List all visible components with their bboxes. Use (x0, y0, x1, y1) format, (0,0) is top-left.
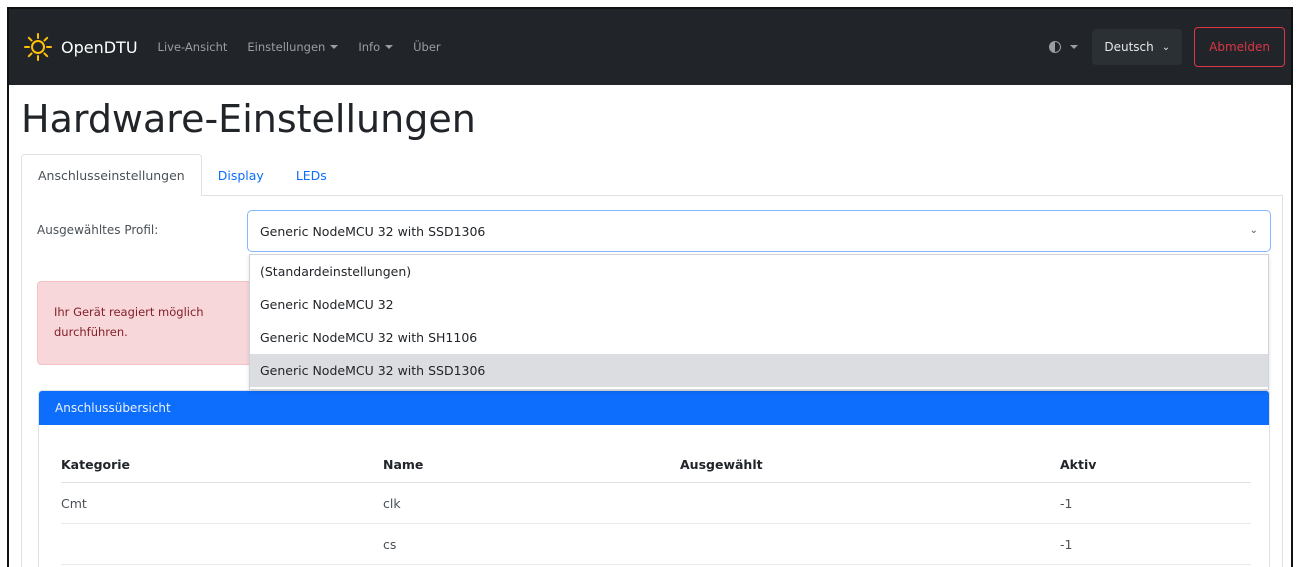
pin-overview-card: Anschlussübersicht Kategorie Name Ausgew… (38, 390, 1270, 567)
profile-dropdown-list: (Standardeinstellungen) Generic NodeMCU … (249, 254, 1269, 390)
profile-option-nodemcu32[interactable]: Generic NodeMCU 32 (250, 288, 1268, 321)
navbar: OpenDTU Live-Ansicht Einstellungen Info … (9, 9, 1291, 85)
nav-info-label: Info (358, 40, 381, 54)
cell-name: cs (383, 536, 397, 552)
table-header: Kategorie Name Ausgewählt Aktiv (61, 446, 1251, 483)
theme-toggle[interactable] (1049, 41, 1079, 53)
pin-table: Kategorie Name Ausgewählt Aktiv Cmt clk … (61, 446, 1251, 565)
tab-bar: Anschlusseinstellungen Display LEDs (21, 154, 343, 196)
warning-alert: Ihr Gerät reagiert möglich durchführen. (37, 281, 257, 365)
col-header-active: Aktiv (1060, 456, 1097, 472)
nav-about[interactable]: Über (413, 40, 441, 54)
language-select[interactable]: Deutsch ⌄ (1092, 29, 1183, 65)
chevron-down-icon: ⌄ (1161, 41, 1171, 53)
card-header: Anschlussübersicht (39, 391, 1269, 425)
brand[interactable]: OpenDTU (23, 32, 138, 62)
cell-name: clk (383, 495, 401, 511)
nav-about-label: Über (413, 40, 441, 54)
col-header-selected: Ausgewählt (680, 456, 763, 472)
browser-frame: OpenDTU Live-Ansicht Einstellungen Info … (7, 7, 1293, 567)
tab-display[interactable]: Display (202, 154, 280, 196)
nav-live-view-label: Live-Ansicht (157, 40, 228, 54)
table-row: Cmt clk -1 (61, 483, 1251, 524)
nav-live-view[interactable]: Live-Ansicht (158, 40, 228, 54)
tab-leds[interactable]: LEDs (280, 154, 343, 196)
col-header-name: Name (383, 456, 424, 472)
col-header-category: Kategorie (61, 456, 131, 472)
caret-down-icon (385, 45, 394, 49)
table-row: cs -1 (61, 524, 1251, 565)
logout-button[interactable]: Abmelden (1194, 27, 1285, 67)
navbar-right: Deutsch ⌄ Abmelden (1049, 9, 1291, 85)
sun-logo-icon (24, 33, 52, 61)
page-title: Hardware-Einstellungen (21, 97, 476, 141)
theme-contrast-icon (1049, 41, 1062, 53)
profile-label: Ausgewähltes Profil: (37, 223, 159, 237)
chevron-down-icon: ⌄ (1249, 225, 1258, 236)
cell-active: -1 (1060, 536, 1073, 552)
caret-down-icon (330, 45, 339, 49)
alert-text-line1: Ihr Gerät reagiert möglich (54, 305, 204, 319)
profile-option-nodemcu32-ssd1306[interactable]: Generic NodeMCU 32 with SSD1306 (250, 354, 1268, 387)
profile-option-default[interactable]: (Standardeinstellungen) (250, 255, 1268, 288)
brand-name: OpenDTU (61, 37, 138, 57)
profile-option-nodemcu32-sh1106[interactable]: Generic NodeMCU 32 with SH1106 (250, 321, 1268, 354)
tab-connection-settings[interactable]: Anschlusseinstellungen (21, 154, 202, 196)
profile-select-value: Generic NodeMCU 32 with SSD1306 (260, 223, 486, 239)
nav-settings-label: Einstellungen (247, 40, 326, 54)
caret-down-icon (1070, 45, 1079, 49)
cell-active: -1 (1060, 495, 1073, 511)
language-label: Deutsch (1104, 40, 1154, 54)
nav-settings-dropdown[interactable]: Einstellungen (247, 40, 339, 54)
alert-text-line2: durchführen. (54, 325, 128, 339)
nav-info-dropdown[interactable]: Info (358, 40, 394, 54)
cell-category: Cmt (61, 495, 87, 511)
profile-select[interactable]: Generic NodeMCU 32 with SSD1306 ⌄ (247, 210, 1271, 252)
